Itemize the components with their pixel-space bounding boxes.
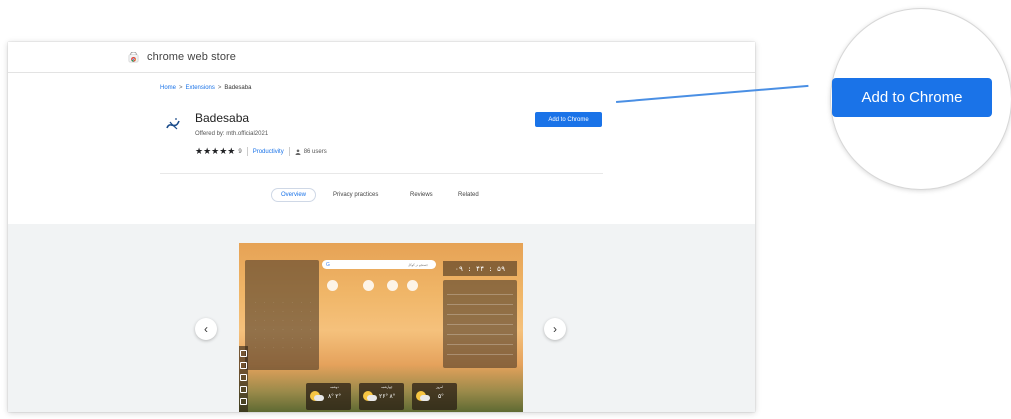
extension-name: Badesaba bbox=[195, 111, 250, 125]
tab-reviews[interactable]: Reviews bbox=[410, 192, 433, 198]
cloud-icon bbox=[314, 395, 324, 401]
weather-card: ۸° ۲° دوشنبه bbox=[306, 383, 351, 410]
breadcrumb: Home > Extensions > Badesaba bbox=[160, 85, 251, 91]
store-header: chrome web store bbox=[8, 42, 755, 73]
chrome-web-store-icon[interactable] bbox=[128, 52, 139, 63]
weather-card: ۵° امروز bbox=[412, 383, 457, 410]
rating-count[interactable]: 9 bbox=[238, 149, 241, 155]
extension-screenshot[interactable]: · · · · · · · · · · · · · · · · · · · · · · · · · · · · · · · · · · · … bbox=[239, 243, 523, 412]
screenshot-search-bar: G جستجو در گوگل bbox=[322, 260, 436, 269]
user-count: 86 users bbox=[303, 148, 327, 155]
add-to-chrome-button[interactable]: Add to Chrome bbox=[535, 112, 602, 127]
extension-meta: ★★★★★ 9 Productivity 86 users bbox=[195, 146, 327, 157]
breadcrumb-separator: > bbox=[217, 85, 222, 91]
cloud-icon bbox=[420, 395, 430, 401]
rating-stars-icon: ★★★★★ bbox=[195, 146, 236, 156]
shortcut-icon bbox=[387, 280, 398, 291]
google-g-icon: G bbox=[326, 262, 330, 268]
badesaba-logo-icon bbox=[166, 118, 180, 130]
search-placeholder: جستجو در گوگل bbox=[407, 263, 428, 267]
cloud-icon bbox=[367, 395, 377, 401]
screenshot-gallery: ‹ › · · · · · · · · · · · · · · · · · · · · · · · · · · · · · · · ·… bbox=[8, 224, 755, 412]
weather-card: ۲۶° ۸° چهارشنبه bbox=[359, 383, 404, 410]
calendar-grid: · · · · · · · · · · · · · · · · · · · · · · · · · · · · · · · · · · · … bbox=[255, 300, 311, 349]
add-to-chrome-button-zoomed[interactable]: Add to Chrome bbox=[832, 78, 992, 117]
store-title[interactable]: chrome web store bbox=[147, 51, 236, 63]
screenshot-sidebar bbox=[239, 346, 248, 412]
tab-related[interactable]: Related bbox=[458, 192, 479, 198]
users-icon bbox=[295, 149, 301, 155]
breadcrumb-separator: > bbox=[179, 85, 183, 91]
offered-by: Offered by: mth.official2021 bbox=[195, 131, 269, 137]
category-link[interactable]: Productivity bbox=[253, 149, 284, 155]
section-divider bbox=[160, 173, 603, 174]
calendar-panel: · · · · · · · · · · · · · · · · · · · · · · · · · · · · · · · · · · · … bbox=[245, 260, 319, 370]
shortcut-icon bbox=[327, 280, 338, 291]
meta-divider bbox=[246, 147, 248, 156]
breadcrumb-extensions[interactable]: Extensions bbox=[186, 85, 215, 91]
gallery-next-button[interactable]: › bbox=[544, 318, 566, 340]
breadcrumb-current: Badesaba bbox=[224, 85, 252, 91]
breadcrumb-home[interactable]: Home bbox=[160, 85, 176, 91]
prayer-times-panel bbox=[443, 280, 517, 368]
meta-divider bbox=[288, 147, 290, 156]
shortcut-icon bbox=[363, 280, 374, 291]
gallery-prev-button[interactable]: ‹ bbox=[195, 318, 217, 340]
tab-privacy-practices[interactable]: Privacy practices bbox=[333, 192, 378, 198]
browser-window: chrome web store Home > Extensions > Badesab… bbox=[8, 42, 755, 412]
screenshot-clock: ۰۹ : ۴۴ : ۵۹ bbox=[443, 261, 517, 276]
tab-overview[interactable]: Overview bbox=[271, 188, 317, 202]
shortcut-icon bbox=[407, 280, 418, 291]
